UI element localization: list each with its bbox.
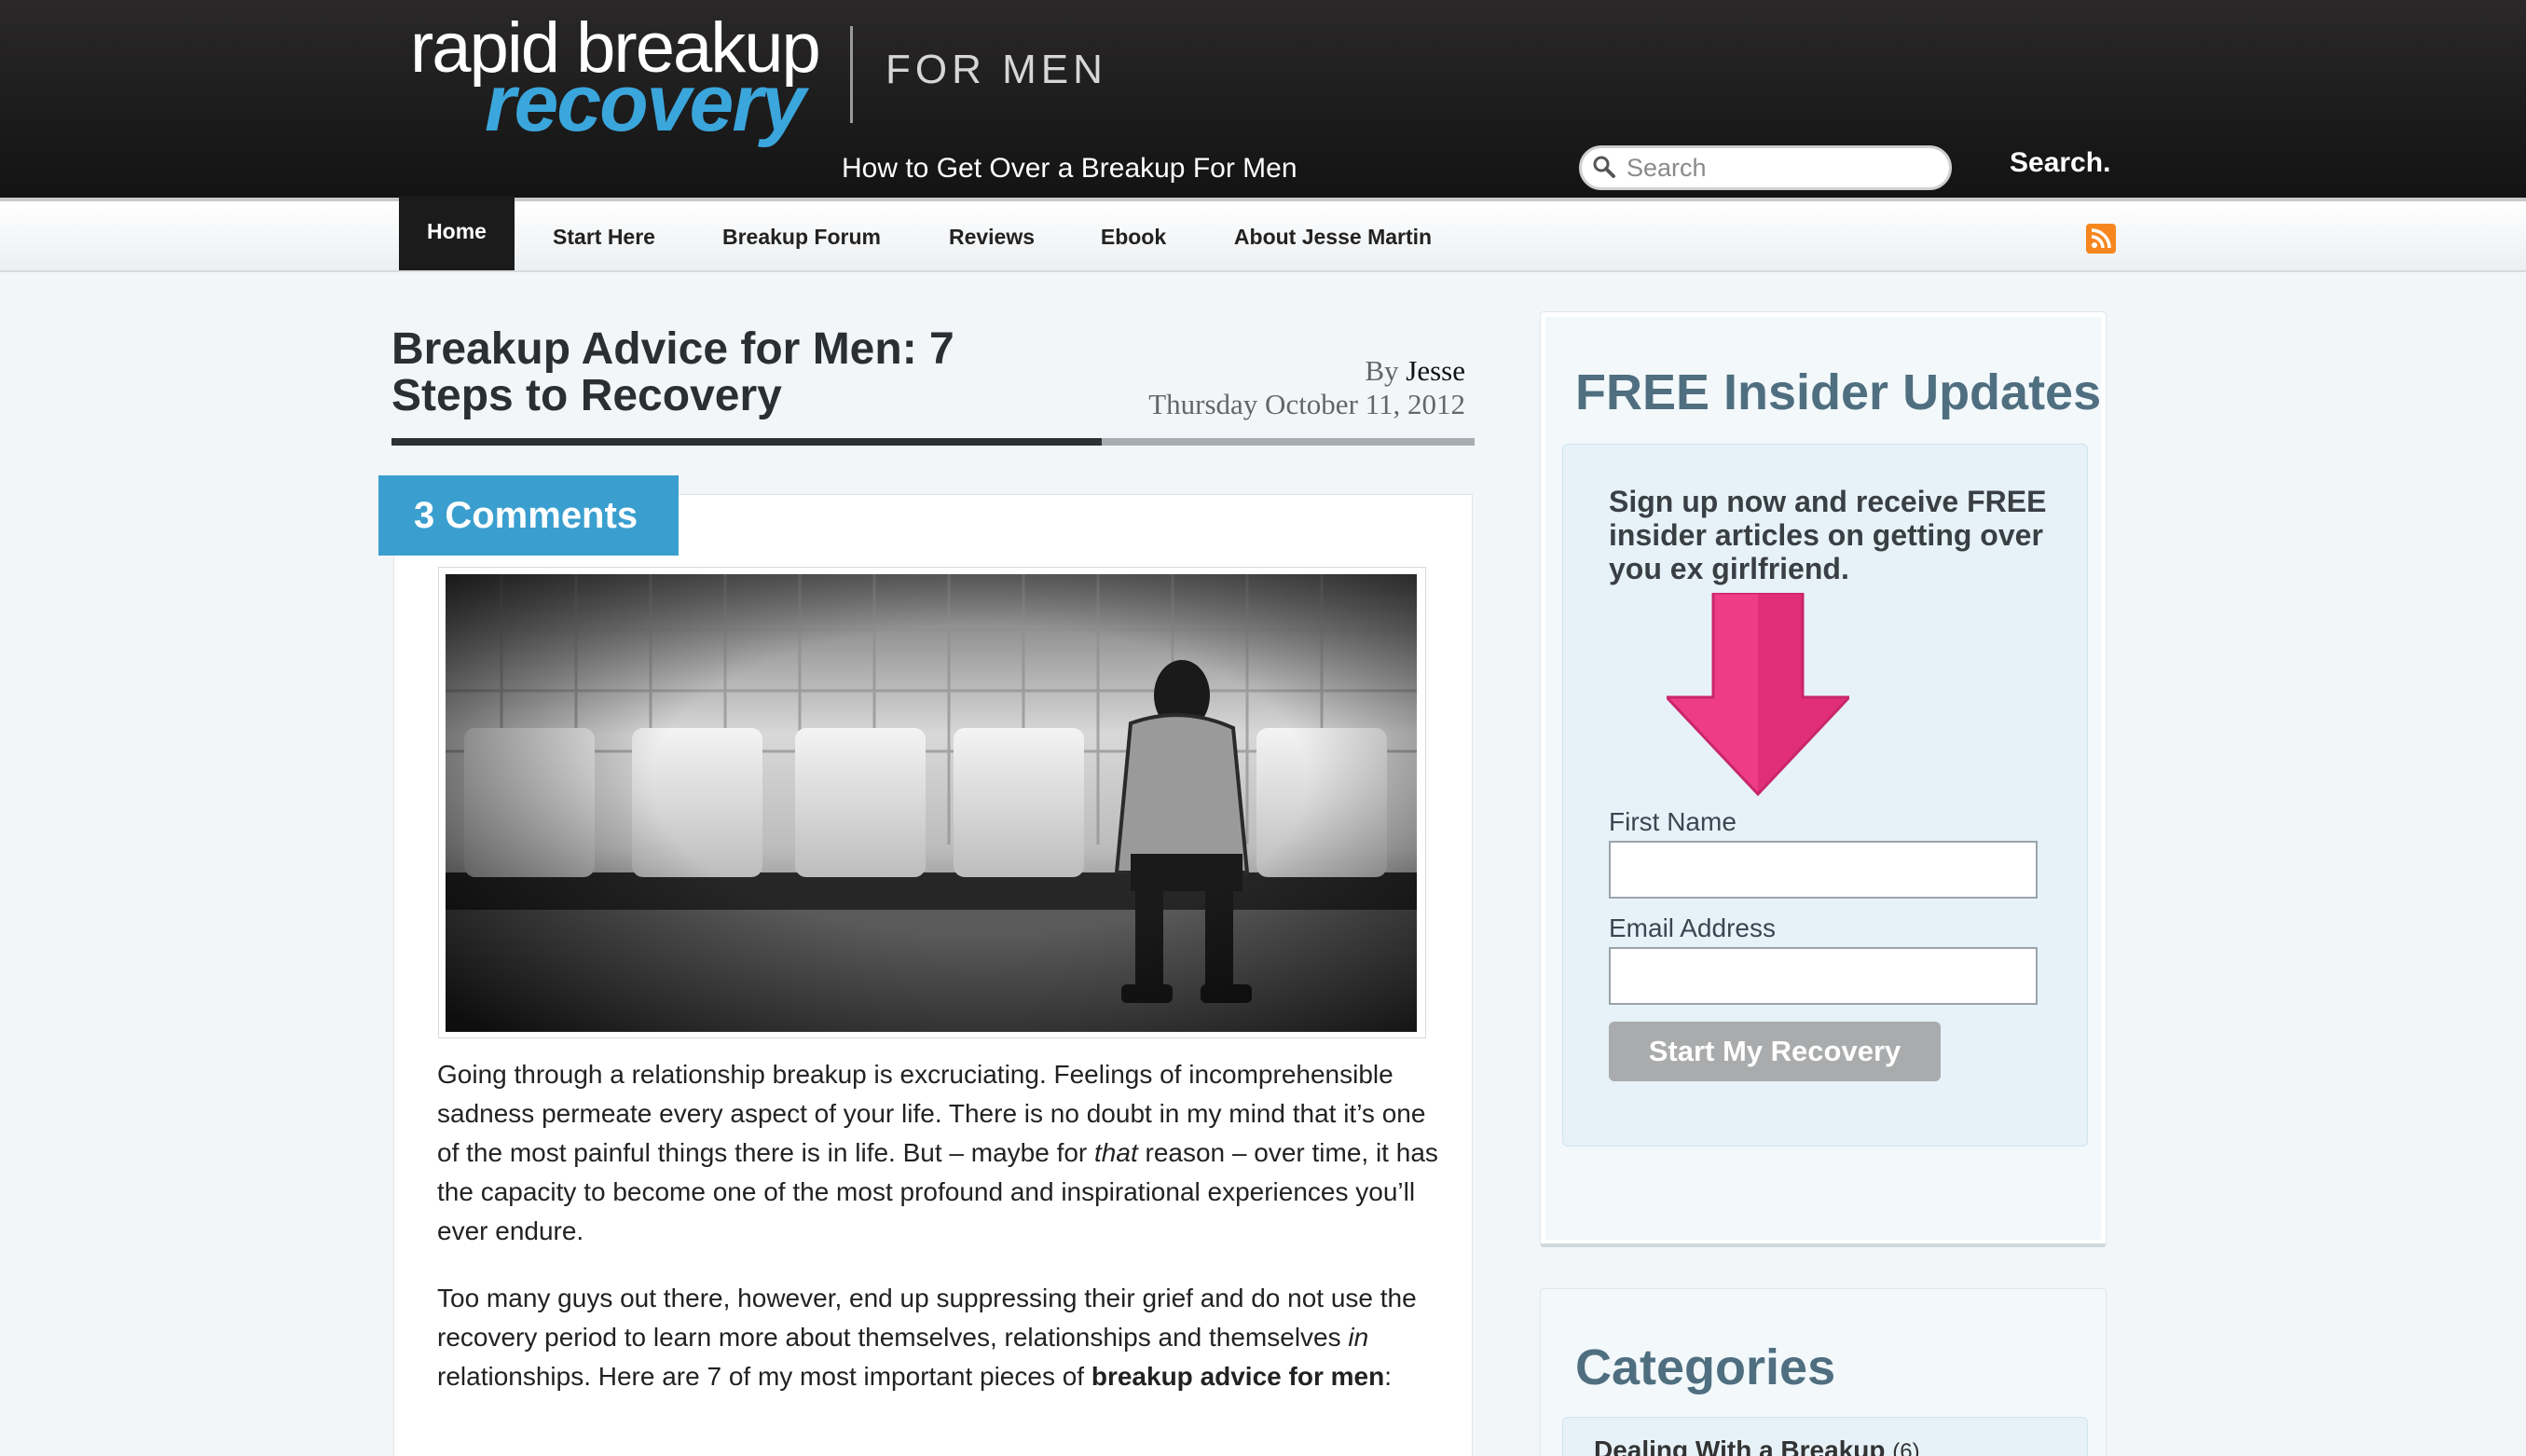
post-paragraph-1: Going through a relationship breakup is … (437, 1060, 1438, 1245)
first-name-label: First Name (1609, 807, 1737, 836)
sub-brand: FOR MEN (885, 47, 1107, 92)
logo-divider (850, 26, 853, 123)
arrow-down-icon (1667, 593, 1849, 797)
category-count: (6) (1892, 1439, 1920, 1456)
post-title[interactable]: Breakup Advice for Men: 7 Steps to Recov… (391, 326, 1044, 419)
nav-item-start-here[interactable]: Start Here (539, 201, 669, 272)
comments-badge[interactable]: 3 Comments (378, 475, 679, 556)
nav-item-reviews[interactable]: Reviews (936, 201, 1048, 272)
post-image (446, 574, 1417, 1032)
categories-title: Categories (1575, 1339, 1836, 1395)
site-logo[interactable]: rapid breakup recovery (410, 7, 830, 157)
site-tagline: How to Get Over a Breakup For Men (842, 153, 1297, 184)
post-byline: By Jesse Thursday October 11, 2012 (1119, 354, 1465, 421)
post-date: Thursday October 11, 2012 (1148, 388, 1465, 420)
main-nav: Home Start Here Breakup Forum Reviews Eb… (0, 196, 2526, 272)
search-icon (1593, 156, 1615, 178)
nav-item-home[interactable]: Home (399, 196, 515, 270)
optin-text: Sign up now and receive FREE insider art… (1609, 485, 2047, 585)
nav-item-ebook[interactable]: Ebook (1087, 201, 1180, 272)
search-input[interactable]: Search (1579, 145, 1952, 190)
post-author[interactable]: Jesse (1406, 354, 1465, 387)
title-underline (391, 438, 1475, 446)
first-name-field[interactable] (1609, 841, 2038, 899)
nav-item-about[interactable]: About Jesse Martin (1223, 201, 1443, 272)
rss-icon[interactable] (2086, 224, 2116, 254)
by-label: By (1365, 354, 1399, 387)
email-label: Email Address (1609, 913, 1776, 942)
nav-item-breakup-forum[interactable]: Breakup Forum (708, 201, 895, 272)
email-field[interactable] (1609, 947, 2038, 1005)
post-paragraph-2: Too many guys out there, however, end up… (437, 1284, 1417, 1391)
signup-widget-title: FREE Insider Updates (1575, 364, 2102, 420)
site-header: rapid breakup recovery FOR MEN How to Ge… (0, 0, 2526, 198)
search-button[interactable]: Search. (2010, 147, 2110, 179)
category-item[interactable]: Dealing With a Breakup (6) (1594, 1435, 1920, 1456)
start-recovery-button[interactable]: Start My Recovery (1609, 1022, 1941, 1081)
logo-text-bottom: recovery (485, 59, 806, 148)
